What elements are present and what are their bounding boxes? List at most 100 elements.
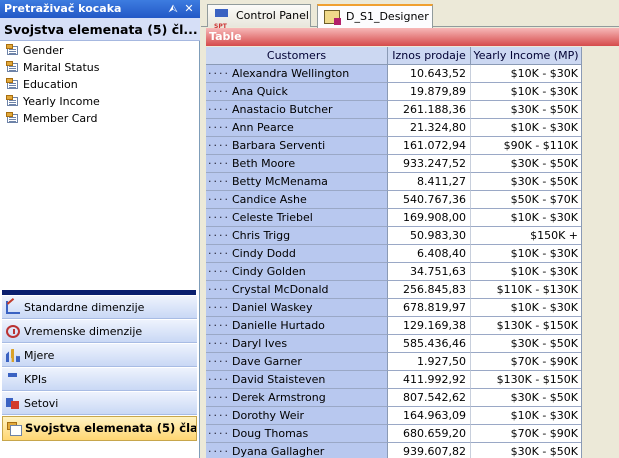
tab-control-panel[interactable]: Control Panel <box>207 4 311 38</box>
yearly-income-cell[interactable]: $10K - $30K <box>471 65 581 83</box>
sales-amount-cell[interactable]: 256.845,83 <box>388 281 471 299</box>
customer-cell[interactable]: ···· Daniel Waskey <box>206 299 388 317</box>
sales-amount-cell[interactable]: 939.607,82 <box>388 443 471 458</box>
table-row[interactable]: ···· Daniel Waskey 678.819,97 $10K - $30K <box>206 299 581 317</box>
yearly-income-cell[interactable]: $10K - $30K <box>471 209 581 227</box>
sales-amount-cell[interactable]: 261.188,36 <box>388 101 471 119</box>
sales-amount-cell[interactable]: 8.411,27 <box>388 173 471 191</box>
table-row[interactable]: ···· Cindy Dodd 6.408,40 $10K - $30K <box>206 245 581 263</box>
table-row[interactable]: ···· Daryl Ives 585.436,46 $30K - $50K <box>206 335 581 353</box>
sales-amount-cell[interactable]: 169.908,00 <box>388 209 471 227</box>
yearly-income-cell[interactable]: $10K - $30K <box>471 299 581 317</box>
sales-amount-cell[interactable]: 411.992,92 <box>388 371 471 389</box>
yearly-income-cell[interactable]: $130K - $150K <box>471 371 581 389</box>
sales-amount-cell[interactable]: 10.643,52 <box>388 65 471 83</box>
sales-amount-cell[interactable]: 129.169,38 <box>388 317 471 335</box>
customer-cell[interactable]: ···· Cindy Dodd <box>206 245 388 263</box>
table-row[interactable]: ···· Dorothy Weir 164.963,09 $10K - $30K <box>206 407 581 425</box>
table-row[interactable]: ···· Anastacio Butcher 261.188,36 $30K - $5… <box>206 101 581 119</box>
customer-cell[interactable]: ···· Anastacio Butcher <box>206 101 388 119</box>
sales-amount-cell[interactable]: 164.963,09 <box>388 407 471 425</box>
yearly-income-cell[interactable]: $30K - $50K <box>471 443 581 458</box>
nav-item-kpi[interactable]: KPIs <box>2 368 197 391</box>
customer-cell[interactable]: ···· Ana Quick <box>206 83 388 101</box>
member-property-item[interactable]: Member Card <box>0 110 199 127</box>
nav-item-standard-dimensions[interactable]: Standardne dimenzije <box>2 296 197 319</box>
column-header-sales-amount[interactable]: Iznos prodaje <box>388 47 471 65</box>
close-icon[interactable]: ✕ <box>182 0 196 18</box>
yearly-income-cell[interactable]: $10K - $30K <box>471 119 581 137</box>
yearly-income-cell[interactable]: $70K - $90K <box>471 353 581 371</box>
table-row[interactable]: ···· Betty McMenama 8.411,27 $30K - $50K <box>206 173 581 191</box>
sales-amount-cell[interactable]: 19.879,89 <box>388 83 471 101</box>
customer-cell[interactable]: ···· Dave Garner <box>206 353 388 371</box>
yearly-income-cell[interactable]: $10K - $30K <box>471 83 581 101</box>
member-property-item[interactable]: Yearly Income <box>0 93 199 110</box>
tab-d-s1-designer[interactable]: D_S1_Designer <box>317 4 433 28</box>
sales-amount-cell[interactable]: 807.542,62 <box>388 389 471 407</box>
sales-amount-cell[interactable]: 585.436,46 <box>388 335 471 353</box>
table-row[interactable]: ···· Celeste Triebel 169.908,00 $10K - $30K <box>206 209 581 227</box>
column-header-yearly-income[interactable]: Yearly Income (MP) <box>471 47 581 65</box>
customer-cell[interactable]: ···· Beth Moore <box>206 155 388 173</box>
sales-amount-cell[interactable]: 933.247,52 <box>388 155 471 173</box>
customer-cell[interactable]: ···· Dyana Gallagher <box>206 443 388 458</box>
table-row[interactable]: ···· Barbara Serventi 161.072,94 $90K - $11… <box>206 137 581 155</box>
sales-amount-cell[interactable]: 540.767,36 <box>388 191 471 209</box>
sales-amount-cell[interactable]: 50.983,30 <box>388 227 471 245</box>
customer-cell[interactable]: ···· Celeste Triebel <box>206 209 388 227</box>
yearly-income-cell[interactable]: $30K - $50K <box>471 389 581 407</box>
sales-amount-cell[interactable]: 21.324,80 <box>388 119 471 137</box>
yearly-income-cell[interactable]: $10K - $30K <box>471 245 581 263</box>
yearly-income-cell[interactable]: $30K - $50K <box>471 155 581 173</box>
yearly-income-cell[interactable]: $10K - $30K <box>471 263 581 281</box>
yearly-income-cell[interactable]: $30K - $50K <box>471 335 581 353</box>
customer-cell[interactable]: ···· Derek Armstrong <box>206 389 388 407</box>
customer-cell[interactable]: ···· David Staisteven <box>206 371 388 389</box>
table-row[interactable]: ···· Dyana Gallagher 939.607,82 $30K - $50K <box>206 443 581 458</box>
table-row[interactable]: ···· Alexandra Wellington 10.643,52 $10K - … <box>206 65 581 83</box>
sales-amount-cell[interactable]: 6.408,40 <box>388 245 471 263</box>
table-title-bar[interactable]: Table <box>206 28 619 46</box>
sales-amount-cell[interactable]: 34.751,63 <box>388 263 471 281</box>
table-row[interactable]: ···· Chris Trigg 50.983,30 $150K + <box>206 227 581 245</box>
customer-cell[interactable]: ···· Betty McMenama <box>206 173 388 191</box>
yearly-income-cell[interactable]: $50K - $70K <box>471 191 581 209</box>
yearly-income-cell[interactable]: $130K - $150K <box>471 317 581 335</box>
table-row[interactable]: ···· Dave Garner 1.927,50 $70K - $90K <box>206 353 581 371</box>
table-row[interactable]: ···· David Staisteven 411.992,92 $130K - $1… <box>206 371 581 389</box>
yearly-income-cell[interactable]: $110K - $130K <box>471 281 581 299</box>
member-property-item[interactable]: Marital Status <box>0 59 199 76</box>
table-row[interactable]: ···· Derek Armstrong 807.542,62 $30K - $50K <box>206 389 581 407</box>
table-row[interactable]: ···· Cindy Golden 34.751,63 $10K - $30K <box>206 263 581 281</box>
customer-cell[interactable]: ···· Dorothy Weir <box>206 407 388 425</box>
yearly-income-cell[interactable]: $150K + <box>471 227 581 245</box>
table-row[interactable]: ···· Candice Ashe 540.767,36 $50K - $70K <box>206 191 581 209</box>
customer-cell[interactable]: ···· Doug Thomas <box>206 425 388 443</box>
yearly-income-cell[interactable]: $70K - $90K <box>471 425 581 443</box>
table-row[interactable]: ···· Beth Moore 933.247,52 $30K - $50K <box>206 155 581 173</box>
yearly-income-cell[interactable]: $10K - $30K <box>471 407 581 425</box>
table-row[interactable]: ···· Crystal McDonald 256.845,83 $110K - $1… <box>206 281 581 299</box>
customer-cell[interactable]: ···· Chris Trigg <box>206 227 388 245</box>
table-row[interactable]: ···· Ana Quick 19.879,89 $10K - $30K <box>206 83 581 101</box>
panel-splitter[interactable] <box>2 290 196 295</box>
nav-item-measures[interactable]: Mjere <box>2 344 197 367</box>
customer-cell[interactable]: ···· Danielle Hurtado <box>206 317 388 335</box>
nav-item-member-properties[interactable]: Svojstva elemenata (5) čla... <box>2 416 197 441</box>
table-row[interactable]: ···· Doug Thomas 680.659,20 $70K - $90K <box>206 425 581 443</box>
column-header-customers[interactable]: Customers <box>206 47 388 65</box>
customer-cell[interactable]: ···· Daryl Ives <box>206 335 388 353</box>
nav-item-time-dimensions[interactable]: Vremenske dimenzije <box>2 320 197 343</box>
table-row[interactable]: ···· Danielle Hurtado 129.169,38 $130K - $1… <box>206 317 581 335</box>
customer-cell[interactable]: ···· Ann Pearce <box>206 119 388 137</box>
customer-cell[interactable]: ···· Barbara Serventi <box>206 137 388 155</box>
customer-cell[interactable]: ···· Cindy Golden <box>206 263 388 281</box>
customer-cell[interactable]: ···· Crystal McDonald <box>206 281 388 299</box>
sales-amount-cell[interactable]: 680.659,20 <box>388 425 471 443</box>
customer-cell[interactable]: ···· Alexandra Wellington <box>206 65 388 83</box>
sales-amount-cell[interactable]: 161.072,94 <box>388 137 471 155</box>
yearly-income-cell[interactable]: $30K - $50K <box>471 101 581 119</box>
member-property-item[interactable]: Education <box>0 76 199 93</box>
table-row[interactable]: ···· Ann Pearce 21.324,80 $10K - $30K <box>206 119 581 137</box>
